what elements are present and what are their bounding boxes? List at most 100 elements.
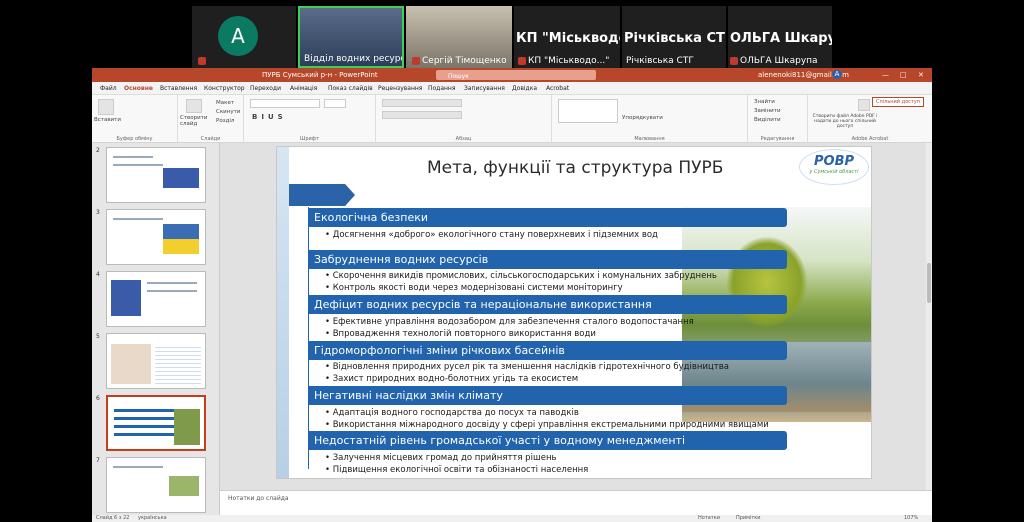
share-button[interactable]: Спільний доступ [872, 97, 924, 107]
participant-name: Сергій Тімощенко [422, 56, 507, 66]
font-size-select[interactable] [324, 99, 346, 108]
participant-tile-water-dept[interactable]: Відділ водних ресурсів Р... [298, 6, 404, 68]
current-slide[interactable]: Мета, функції та структура ПУРБ РОВР у С… [276, 146, 872, 479]
status-comments-button[interactable]: Примітки [736, 515, 761, 521]
ribbon-group-acrobat: Створити файл Adobe PDF і надати до ньог… [808, 95, 932, 143]
status-notes-button[interactable]: Нотатки [698, 515, 720, 521]
slide-thumbnail[interactable] [106, 147, 206, 203]
replace-button[interactable]: Замінити [754, 108, 781, 114]
video-strip: A Відділ водних ресурсів Р... Сергій Тім… [0, 0, 1024, 68]
section-button[interactable]: Розділ [216, 118, 234, 124]
font-format-icons[interactable]: BIUS [252, 113, 287, 121]
acrobat-create-button[interactable]: Створити файл Adobe PDF і надати до ньог… [812, 114, 878, 129]
slide-title: Мета, функції та структура ПУРБ [427, 158, 724, 178]
notes-pane[interactable]: Нотатки до слайда [220, 490, 932, 515]
menu-file[interactable]: Файл [100, 85, 117, 92]
vertical-scrollbar[interactable] [926, 143, 932, 490]
bullet-text: Використання міжнародного досвіду у сфер… [332, 420, 769, 430]
arrange-button[interactable]: Упорядкувати [622, 115, 663, 121]
slide-thumbnail-selected[interactable] [106, 395, 206, 451]
shapes-gallery[interactable] [558, 99, 618, 123]
ribbon: Вставити Буфер обміну Створити слайд Мак… [92, 95, 932, 143]
select-button[interactable]: Виділити [754, 117, 781, 123]
menu-animation[interactable]: Анімація [290, 85, 317, 92]
paste-icon[interactable] [98, 99, 114, 115]
menu-slideshow[interactable]: Показ слайдів [328, 85, 373, 92]
slide-thumbnail[interactable] [106, 271, 206, 327]
close-icon[interactable]: ✕ [918, 71, 924, 79]
bullet-text: Досягнення «доброго» екологічного стану … [332, 230, 658, 240]
ribbon-group-clipboard: Вставити Буфер обміну [92, 95, 178, 143]
paste-button[interactable]: Вставити [94, 117, 121, 123]
group-label: Редагування [760, 136, 795, 142]
list-buttons[interactable] [382, 99, 462, 107]
reset-button[interactable]: Скинути [216, 109, 240, 115]
new-slide-button[interactable]: Створити слайд [180, 115, 210, 127]
participant-tile-richkivska[interactable]: Річківська СТГ Річківська СТГ [622, 6, 726, 68]
participant-tile-serhii[interactable]: Сергій Тімощенко [406, 6, 512, 68]
bullet-text: Відновлення природних русел рік та зменш… [332, 362, 729, 372]
menu-help[interactable]: Довідка [512, 85, 537, 92]
menu-transitions[interactable]: Переходи [250, 85, 281, 92]
participant-tile-a[interactable]: A [192, 6, 296, 68]
slide-thumbnail[interactable] [106, 333, 206, 389]
participant-tile-kp[interactable]: КП "Міськводоканал" ... КП "Міськводо...… [514, 6, 620, 68]
participant-name: ОЛЬГА Шкарупа [740, 56, 818, 66]
section-bullet: • Підвищення екологічної освіти та обізн… [325, 465, 589, 475]
status-language[interactable]: українська [138, 515, 167, 521]
logo-subtitle: у Сумській області [809, 169, 859, 175]
scrollbar-thumb[interactable] [927, 263, 931, 303]
thumb-number: 6 [96, 395, 100, 402]
menu-acrobat[interactable]: Acrobat [546, 85, 569, 92]
minimize-icon[interactable]: — [882, 71, 889, 79]
font-family-select[interactable] [250, 99, 320, 108]
slide-thumbnail[interactable] [106, 457, 206, 513]
participant-big-name: Річківська СТГ [624, 31, 726, 46]
mic-muted-icon [412, 57, 420, 65]
menu-view[interactable]: Подання [428, 85, 455, 92]
ribbon-group-font: BIUS Шрифт [244, 95, 376, 143]
status-zoom[interactable]: 107% [904, 515, 918, 521]
acrobat-pdf-icon[interactable] [858, 99, 870, 111]
menu-home[interactable]: Основне [124, 85, 153, 92]
section-bullet: • Адаптація водного господарства до посу… [325, 408, 579, 418]
participant-big-name: ОЛЬГА Шкарупа [730, 31, 832, 46]
bullet-text: Залучення місцевих громад до прийняття р… [332, 453, 557, 463]
search-placeholder: Пошук [448, 73, 469, 80]
section-heading: Негативні наслідки змін клімату [308, 386, 787, 405]
section-heading: Дефіцит водних ресурсів та нераціональне… [308, 295, 787, 314]
group-label: Абзац [455, 136, 472, 142]
section-heading: Недостатній рівень громадської участі у … [308, 431, 787, 450]
group-label: Adobe Acrobat [851, 136, 889, 142]
section-bullet: • Контроль якості води через модернізова… [325, 283, 623, 293]
menu-recording[interactable]: Записування [464, 85, 505, 92]
window-title: ПУРБ Сумський р-н - PowerPoint [262, 71, 378, 79]
maximize-icon[interactable]: □ [900, 71, 907, 79]
section-bullet: • Захист природних водно-болотних угідь … [325, 374, 579, 384]
section-bullet: • Досягнення «доброго» екологічного стан… [325, 230, 658, 240]
find-button[interactable]: Знайти [754, 99, 775, 105]
user-avatar[interactable]: A [832, 70, 842, 79]
align-buttons[interactable] [382, 111, 462, 119]
menu-review[interactable]: Рецензування [378, 85, 422, 92]
new-slide-icon[interactable] [186, 99, 202, 113]
thumb-number: 5 [96, 333, 100, 340]
mic-muted-icon [518, 57, 526, 65]
slide-thumbnails-panel: 2 3 4 5 6 7 [92, 143, 220, 515]
slide-thumbnail[interactable] [106, 209, 206, 265]
participant-name: Річківська СТГ [626, 56, 694, 66]
mic-muted-icon [198, 57, 206, 65]
group-label: Шрифт [300, 136, 319, 142]
search-box[interactable]: Пошук [436, 70, 596, 80]
slide-arrow-shape [289, 184, 355, 206]
menu-design[interactable]: Конструктор [204, 85, 245, 92]
thumb-number: 3 [96, 209, 100, 216]
rovr-logo: РОВР у Сумській області [799, 149, 869, 185]
section-bullet: • Впровадження технологій повторного вик… [325, 329, 596, 339]
group-label: Буфер обміну [116, 136, 153, 142]
menu-insert[interactable]: Вставлення [160, 85, 197, 92]
status-slide-count: Слайд 6 з 22 [96, 515, 130, 521]
participant-tile-olha[interactable]: ОЛЬГА Шкарупа ОЛЬГА Шкарупа [728, 6, 832, 68]
layout-button[interactable]: Макет [216, 100, 234, 106]
section-heading: Гідроморфологічні зміни річкових басейні… [308, 341, 787, 360]
